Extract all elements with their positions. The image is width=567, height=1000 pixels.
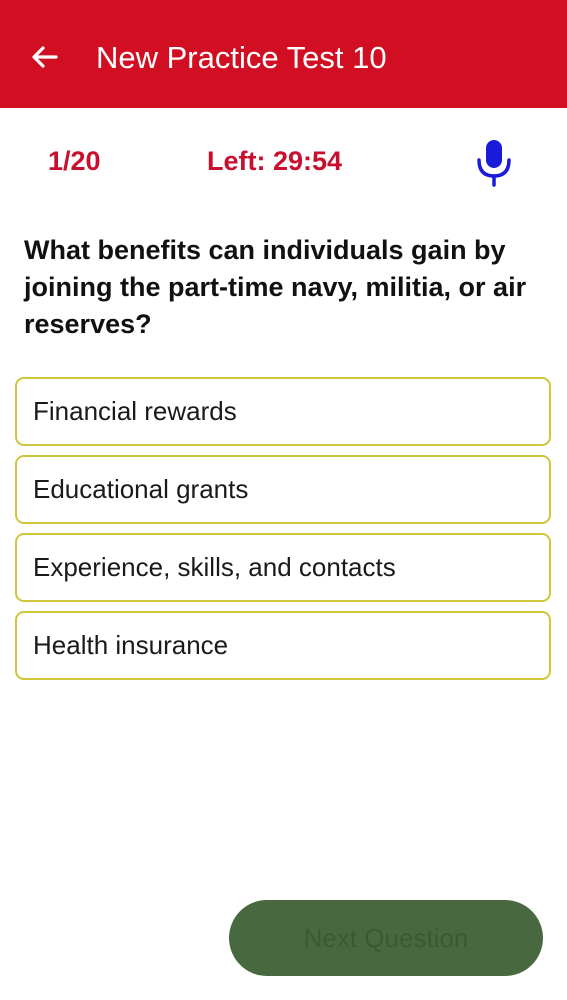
answer-options: Financial rewards Educational grants Exp…	[15, 377, 551, 689]
question-counter: 1/20	[48, 146, 101, 176]
time-left: Left: 29:54	[207, 146, 343, 176]
question-text: What benefits can individuals gain by jo…	[24, 235, 527, 339]
answer-option-1[interactable]: Financial rewards	[15, 377, 551, 446]
answer-option-4[interactable]: Health insurance	[15, 611, 551, 680]
app-bar: New Practice Test 10	[0, 0, 567, 108]
answer-option-3[interactable]: Experience, skills, and contacts	[15, 533, 551, 602]
page-title: New Practice Test 10	[96, 40, 387, 75]
microphone-icon[interactable]	[474, 138, 514, 188]
answer-option-2[interactable]: Educational grants	[15, 455, 551, 524]
back-arrow-icon[interactable]	[28, 40, 62, 74]
status-row: 1/20 Left: 29:54	[0, 138, 567, 188]
next-question-button[interactable]: Next Question	[229, 900, 543, 976]
